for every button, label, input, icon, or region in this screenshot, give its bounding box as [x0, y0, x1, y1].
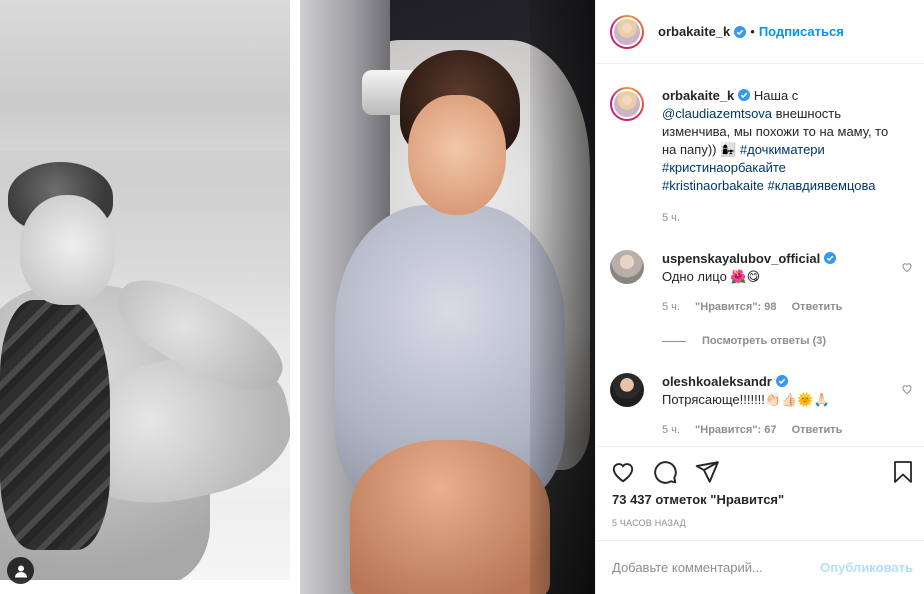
comment-time[interactable]: 5 ч.: [662, 301, 680, 313]
post-timestamp[interactable]: 5 ЧАСОВ НАЗАД: [612, 518, 686, 528]
comment-input[interactable]: [612, 560, 802, 575]
bookmark-icon[interactable]: [891, 459, 915, 485]
reply-button[interactable]: Ответить: [792, 424, 843, 436]
verified-icon: [738, 89, 751, 101]
hashtag-link[interactable]: #дочкиматери: [740, 142, 825, 157]
comment-like-heart-icon[interactable]: [901, 383, 913, 395]
view-replies[interactable]: Посмотреть ответы (3): [662, 335, 826, 347]
reply-button[interactable]: Ответить: [792, 301, 843, 313]
caption: orbakaite_k Наша с @claudiazemtsova внеш…: [610, 87, 910, 227]
verified-icon: [824, 252, 837, 264]
comment-text: Одно лицо 🌺😋: [662, 269, 761, 284]
photo-bw-beach: [0, 0, 290, 580]
avatar[interactable]: [610, 87, 644, 121]
tag-user-icon[interactable]: [7, 557, 34, 584]
instagram-post-modal: orbakaite_k • Подписаться orbakaite_k На…: [0, 0, 924, 594]
comment-likes[interactable]: "Нравится": 98: [695, 301, 776, 313]
separator-dot: •: [750, 24, 755, 39]
post-media[interactable]: [0, 0, 595, 594]
caption-time[interactable]: 5 ч.: [662, 212, 680, 224]
comment-username[interactable]: oleshkoaleksandr: [662, 374, 772, 389]
add-comment-bar: Опубликовать: [596, 540, 924, 594]
caption-text: Наша с: [753, 88, 799, 103]
publish-button[interactable]: Опубликовать: [820, 560, 913, 575]
comment-text: Потрясающе!!!!!!!👏🏻👍🏻🌞🙏🏻: [662, 392, 830, 407]
follow-button[interactable]: Подписаться: [759, 24, 844, 39]
verified-icon: [775, 375, 788, 387]
comment-time[interactable]: 5 ч.: [662, 424, 680, 436]
comment: oleshkoaleksandr Потрясающе!!!!!!!👏🏻👍🏻🌞🙏…: [610, 373, 910, 439]
comment: uspenskayalubov_official Одно лицо 🌺😋 5 …: [610, 250, 910, 316]
photo-color-car: [300, 0, 595, 594]
avatar[interactable]: [610, 373, 644, 407]
comment-like-heart-icon[interactable]: [901, 261, 913, 273]
likes-count[interactable]: 73 437 отметок "Нравится": [612, 492, 784, 507]
post-header: orbakaite_k • Подписаться: [596, 0, 924, 64]
hashtag-link[interactable]: #клавдиявемцова: [768, 178, 876, 193]
caption-username[interactable]: orbakaite_k: [662, 88, 734, 103]
view-replies-label[interactable]: Посмотреть ответы (3): [702, 335, 826, 347]
comments-list[interactable]: orbakaite_k Наша с @claudiazemtsova внеш…: [596, 65, 924, 447]
heart-icon[interactable]: [610, 459, 636, 485]
comment-icon[interactable]: [652, 459, 678, 485]
mention-link[interactable]: @claudiazemtsova: [662, 106, 772, 121]
verified-icon: [734, 25, 747, 38]
hashtag-link[interactable]: #kristinaorbakaite: [662, 178, 764, 193]
comment-username[interactable]: uspenskayalubov_official: [662, 251, 820, 266]
avatar[interactable]: [610, 250, 644, 284]
post-sidebar: orbakaite_k • Подписаться orbakaite_k На…: [595, 0, 924, 594]
comment-likes[interactable]: "Нравится": 67: [695, 424, 776, 436]
avatar[interactable]: [610, 14, 644, 49]
post-author-username[interactable]: orbakaite_k: [658, 24, 730, 39]
hashtag-link[interactable]: #кристинаорбакайте: [662, 160, 786, 175]
share-icon[interactable]: [694, 459, 720, 485]
